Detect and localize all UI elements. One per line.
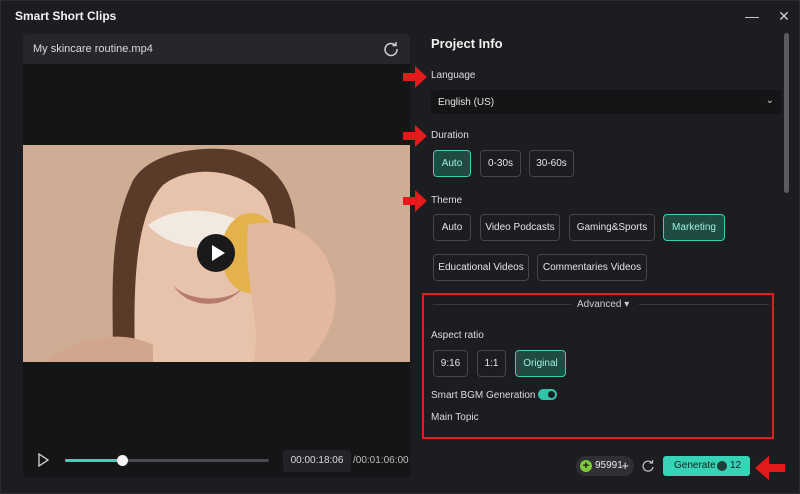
scrollbar[interactable] — [784, 33, 789, 193]
progress-slider[interactable] — [65, 455, 269, 466]
duration-option-30-60s[interactable]: 30-60s — [529, 150, 574, 177]
playback-controls: 00:00:18:06 /00:01:06:00 — [23, 445, 410, 477]
minimize-button[interactable]: — — [742, 6, 762, 26]
red-arrow-icon — [403, 190, 427, 212]
duration-label: Duration — [431, 130, 469, 141]
file-name: My skincare routine.mp4 — [33, 43, 153, 55]
replace-video-icon[interactable] — [382, 40, 400, 58]
theme-label: Theme — [431, 195, 463, 206]
play-icon — [212, 245, 225, 261]
language-select[interactable]: English (US) ⌄ — [431, 90, 781, 114]
divider — [639, 304, 769, 305]
credits-count: 95991 — [595, 460, 623, 471]
close-button[interactable]: ✕ — [774, 6, 794, 26]
theme-option-educational-videos[interactable]: Educational Videos — [433, 254, 529, 281]
red-arrow-icon — [403, 125, 427, 147]
duration-option-0-30s[interactable]: 0-30s — [480, 150, 521, 177]
title-bar: Smart Short Clips — ✕ — [1, 1, 800, 31]
theme-option-gaming-sports[interactable]: Gaming&Sports — [569, 214, 655, 241]
play-overlay-button[interactable] — [197, 234, 235, 272]
divider — [433, 304, 571, 305]
language-value: English (US) — [438, 97, 495, 108]
aspect-ratio-label: Aspect ratio — [431, 330, 484, 341]
red-arrow-icon — [403, 66, 427, 88]
credit-coin-icon: + — [580, 460, 592, 472]
smart-bgm-label: Smart BGM Generation — [431, 390, 536, 401]
credit-coin-icon — [717, 461, 727, 471]
main-topic-label: Main Topic — [431, 412, 479, 423]
advanced-toggle[interactable]: Advanced ▾ — [577, 299, 629, 310]
credits-badge[interactable]: + 95991 + — [576, 456, 634, 476]
generate-cost: 12 — [730, 460, 742, 471]
total-time: /00:01:06:00 — [353, 455, 409, 466]
smart-bgm-toggle[interactable] — [538, 389, 557, 400]
generate-button[interactable]: Generate 12 — [663, 456, 750, 476]
generate-label: Generate — [674, 460, 716, 471]
progress-thumb[interactable] — [117, 455, 129, 466]
window-title: Smart Short Clips — [15, 9, 117, 23]
theme-option-marketing[interactable]: Marketing — [663, 214, 725, 241]
progress-fill — [65, 459, 123, 462]
current-time: 00:00:18:06 — [283, 450, 351, 472]
theme-option-video-podcasts[interactable]: Video Podcasts — [480, 214, 560, 241]
video-frame[interactable] — [23, 145, 410, 362]
red-arrow-left-icon — [755, 456, 785, 480]
video-preview-panel: My skincare routine.mp4 00:00:18:06 /00:… — [23, 34, 410, 477]
refresh-icon[interactable] — [641, 459, 655, 473]
language-label: Language — [431, 70, 476, 81]
duration-option-auto[interactable]: Auto — [433, 150, 471, 177]
chevron-down-icon: ⌄ — [765, 95, 774, 106]
file-bar: My skincare routine.mp4 — [23, 34, 410, 64]
theme-option-auto[interactable]: Auto — [433, 214, 471, 241]
add-credits-icon[interactable]: + — [621, 456, 629, 476]
project-info-title: Project Info — [431, 36, 503, 51]
aspect-option-original[interactable]: Original — [515, 350, 566, 377]
theme-option-commentaries-videos[interactable]: Commentaries Videos — [537, 254, 647, 281]
aspect-option-9-16[interactable]: 9:16 — [433, 350, 468, 377]
play-icon[interactable] — [37, 453, 49, 467]
aspect-option-1-1[interactable]: 1:1 — [477, 350, 506, 377]
smart-short-clips-window: Smart Short Clips — ✕ My skincare routin… — [0, 0, 800, 494]
